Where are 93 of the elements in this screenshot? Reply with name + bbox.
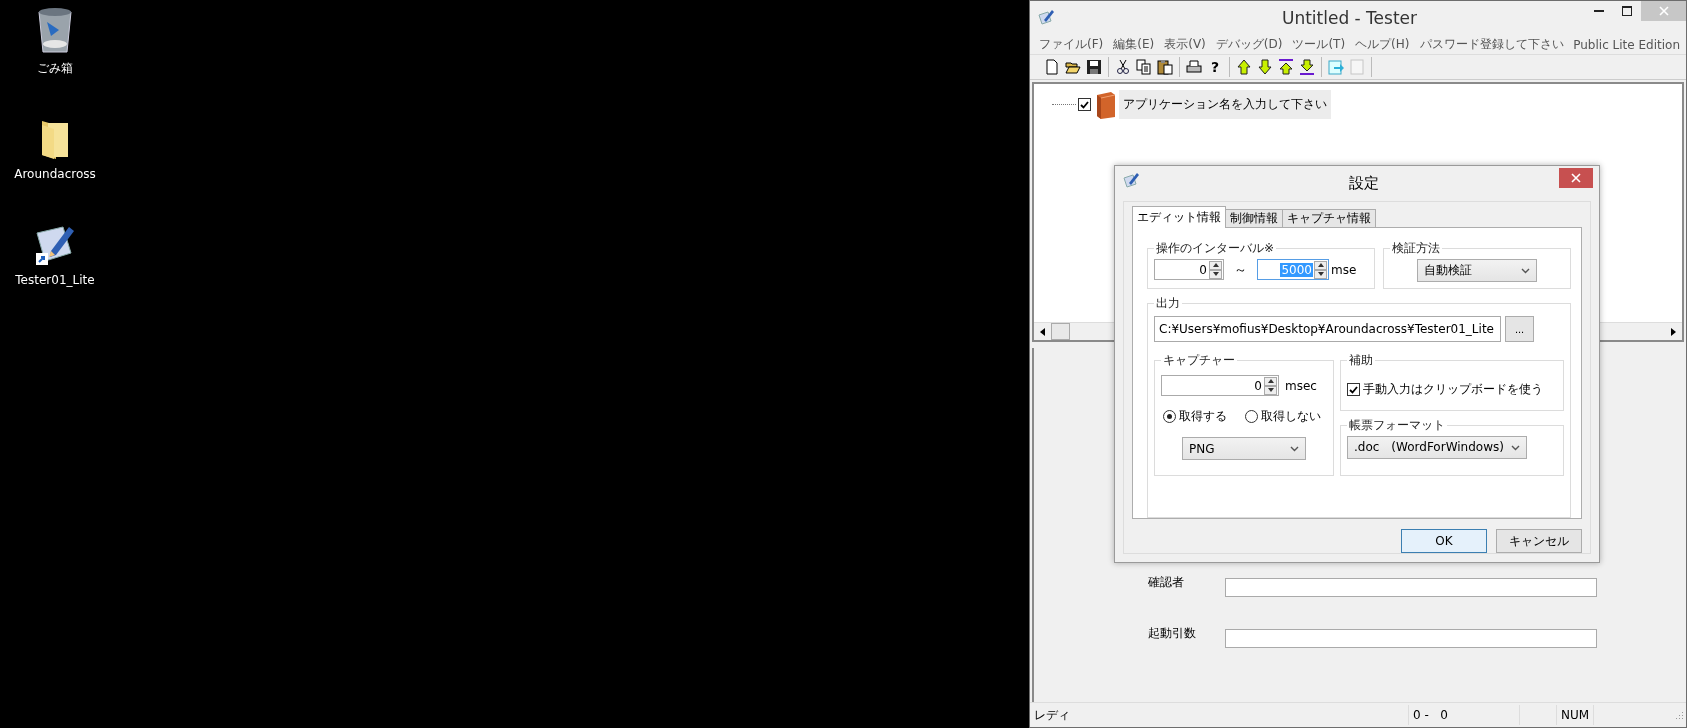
blank-page-icon xyxy=(1044,59,1060,75)
tab[interactable]: エディット情報 xyxy=(1132,206,1226,228)
checkbox-label: 手動入力はクリップボードを使う xyxy=(1363,381,1543,398)
tab[interactable]: キャプチャ情報 xyxy=(1282,209,1376,228)
range-separator: ～ xyxy=(1234,260,1247,279)
close-button[interactable] xyxy=(1559,168,1593,188)
checkmark-icon xyxy=(1080,100,1089,109)
up-arrow-icon xyxy=(1317,263,1324,267)
trash-bin-icon xyxy=(37,6,73,54)
scissors-icon xyxy=(1115,59,1131,75)
down-arrow-icon xyxy=(1257,59,1273,75)
menu-item[interactable]: デバッグ(D) xyxy=(1210,36,1288,53)
window-title: Untitled - Tester xyxy=(1280,8,1419,28)
desktop-icon-label[interactable]: Tester01_Lite xyxy=(15,273,95,287)
image-format-dropdown[interactable]: PNG xyxy=(1182,437,1306,460)
right-arrow-icon xyxy=(1671,327,1676,336)
close-icon xyxy=(1658,6,1669,16)
group-label: 検証方法 xyxy=(1391,240,1441,257)
dialog-button[interactable]: OK xyxy=(1401,529,1487,553)
pen-and-paper-icon xyxy=(1038,9,1054,25)
scrollbar-thumb[interactable] xyxy=(1051,323,1070,340)
menu-item[interactable]: パスワード登録して下さい xyxy=(1414,36,1569,53)
checkbox[interactable] xyxy=(1347,383,1360,396)
toolbar-button[interactable] xyxy=(1085,58,1103,76)
menu-item[interactable]: ヘルプ(H) xyxy=(1350,36,1415,53)
toolbar-button[interactable] xyxy=(1156,58,1174,76)
menu-item[interactable]: 表示(V) xyxy=(1159,36,1211,53)
maximize-icon xyxy=(1622,6,1632,16)
radio-label: 取得する xyxy=(1179,408,1227,425)
pen-and-paper-icon xyxy=(1123,172,1139,188)
unit-label: msec xyxy=(1285,378,1317,393)
copy-icon xyxy=(1136,59,1152,75)
group-label: 補助 xyxy=(1348,352,1374,369)
folder-icon xyxy=(1065,59,1081,75)
group-label: キャプチャー xyxy=(1162,352,1236,369)
status-text: レディ xyxy=(1030,705,1409,725)
desktop-icon-label[interactable]: Aroundacross xyxy=(14,167,96,181)
tree-item[interactable]: アプリケーション名を入力して下さい xyxy=(1119,90,1331,119)
chevron-down-icon xyxy=(1521,267,1530,274)
toolbar-button[interactable] xyxy=(1185,58,1203,76)
group-label: 帳票フォーマット xyxy=(1348,417,1446,434)
toolbar-button[interactable] xyxy=(1114,58,1132,76)
close-icon xyxy=(1571,173,1581,183)
toolbar-button[interactable] xyxy=(1277,58,1295,76)
report-format-dropdown[interactable]: .doc (WordForWindows) xyxy=(1347,436,1527,459)
down-arrow-icon xyxy=(1317,272,1324,276)
chevron-down-icon xyxy=(1290,445,1299,452)
checkmark-icon xyxy=(1349,385,1358,394)
number-spinner[interactable]: 0 xyxy=(1161,375,1279,396)
down-arrow-icon xyxy=(1267,388,1274,392)
dialog-title: 設定 xyxy=(1348,174,1380,193)
chevron-down-icon xyxy=(1511,444,1520,451)
group-label: 操作のインターバル※ xyxy=(1155,240,1276,257)
menu-item[interactable]: ファイル(F) xyxy=(1034,36,1109,53)
toolbar-button[interactable] xyxy=(1135,58,1153,76)
radio-button[interactable] xyxy=(1163,410,1176,423)
up-arrow-icon xyxy=(1267,379,1274,383)
input-field[interactable] xyxy=(1225,629,1597,648)
toolbar-button[interactable] xyxy=(1235,58,1253,76)
toolbar-button[interactable] xyxy=(1256,58,1274,76)
left-arrow-icon xyxy=(1040,327,1045,336)
field-label: 起動引数 xyxy=(1148,625,1197,642)
menu-item[interactable]: 編集(E) xyxy=(1108,36,1160,53)
radio-label: 取得しない xyxy=(1261,408,1321,425)
toolbar-button[interactable] xyxy=(1298,58,1316,76)
menu-item[interactable]: ツール(T) xyxy=(1287,36,1351,53)
group-label: 出力 xyxy=(1155,295,1181,312)
minimize-icon xyxy=(1594,9,1604,13)
blank-square-icon xyxy=(1349,59,1365,75)
num-lock-indicator: NUM xyxy=(1557,705,1594,725)
field-label: 確認者 xyxy=(1148,574,1185,591)
arrow-to-bottom-icon xyxy=(1299,59,1315,75)
browse-button[interactable]: ... xyxy=(1505,316,1534,342)
down-arrow-icon xyxy=(1212,272,1219,276)
unit-label: mse xyxy=(1331,262,1357,277)
desktop-icon-label[interactable]: ごみ箱 xyxy=(37,60,73,77)
printer-icon xyxy=(1186,59,1202,75)
checkbox[interactable] xyxy=(1078,98,1091,111)
verify-method-dropdown[interactable]: 自動検証 xyxy=(1417,259,1537,282)
up-arrow-icon xyxy=(1236,59,1252,75)
tab[interactable]: 制御情報 xyxy=(1225,209,1283,228)
clipboard-icon xyxy=(1157,59,1173,75)
dialog-button[interactable]: キャンセル xyxy=(1496,529,1582,553)
position-indicator: 0 - 0 xyxy=(1409,705,1520,725)
input-field[interactable] xyxy=(1225,578,1597,597)
number-spinner[interactable]: 0 xyxy=(1154,259,1224,280)
arrow-to-top-icon xyxy=(1278,59,1294,75)
resize-grip-icon[interactable] xyxy=(1674,710,1684,720)
help-button[interactable]: ? xyxy=(1206,58,1224,76)
up-arrow-icon xyxy=(1212,263,1219,267)
radio-button[interactable] xyxy=(1245,410,1258,423)
edition-label: Public Lite Edition xyxy=(1573,37,1681,52)
path-input-field[interactable]: C:¥Users¥mofius¥Desktop¥Aroundacross¥Tester01_Lite xyxy=(1154,316,1501,342)
